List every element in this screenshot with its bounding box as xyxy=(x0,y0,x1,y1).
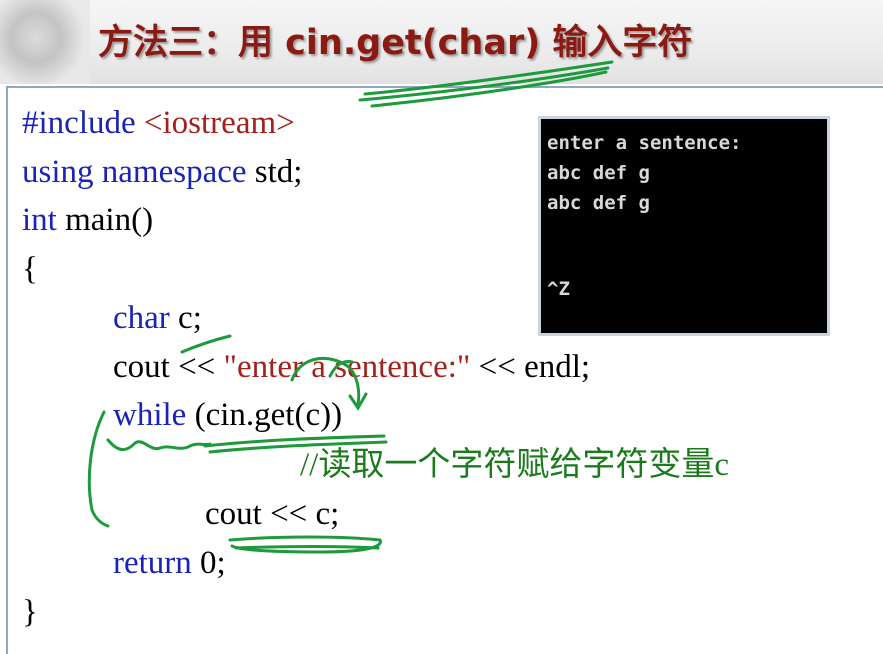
console-line: abc def g xyxy=(547,162,650,184)
banner-decoration xyxy=(0,0,90,84)
while-condition: (cin.get(c)) xyxy=(186,397,343,433)
cout-part-a: cout << xyxy=(113,349,224,385)
code-line-using: using namespace std; xyxy=(22,152,302,192)
main-signature: main() xyxy=(56,202,154,238)
int-keyword: int xyxy=(22,202,57,238)
include-directive: #include xyxy=(22,105,136,141)
return-keyword: return xyxy=(113,545,192,581)
code-line-cout-prompt: cout << "enter a sentence:" << endl; xyxy=(113,347,590,387)
code-line-while: while (cin.get(c)) xyxy=(113,395,342,435)
return-value: 0; xyxy=(191,545,226,581)
title-banner: 方法三：用 cin.get(char) 输入字符 xyxy=(0,0,883,84)
using-rest: std; xyxy=(246,154,303,190)
code-line-main: int main() xyxy=(22,200,153,240)
char-keyword: char xyxy=(113,300,170,336)
include-header: <iostream> xyxy=(135,105,295,141)
char-decl: c; xyxy=(169,300,202,336)
code-line-close-brace: } xyxy=(22,594,38,630)
while-keyword: while xyxy=(113,397,187,433)
code-line-cout-c: cout << c; xyxy=(205,496,340,532)
console-output-window: enter a sentence: abc def g abc def g ^Z xyxy=(538,116,830,336)
code-comment: //读取一个字符赋给字符变量c xyxy=(300,447,729,483)
using-keyword: using namespace xyxy=(22,154,247,190)
code-line-return: return 0; xyxy=(113,543,226,583)
code-line-open-brace: { xyxy=(22,251,38,287)
console-line: enter a sentence: xyxy=(547,132,742,154)
cout-part-b: << endl; xyxy=(470,349,591,385)
slide-title: 方法三：用 cin.get(char) 输入字符 xyxy=(98,23,693,63)
console-line: ^Z xyxy=(547,278,570,300)
code-line-char: char c; xyxy=(113,298,202,338)
code-line-include: #include <iostream> xyxy=(22,103,295,143)
console-line: abc def g xyxy=(547,192,650,214)
prompt-string: "enter a sentence:" xyxy=(223,349,471,385)
